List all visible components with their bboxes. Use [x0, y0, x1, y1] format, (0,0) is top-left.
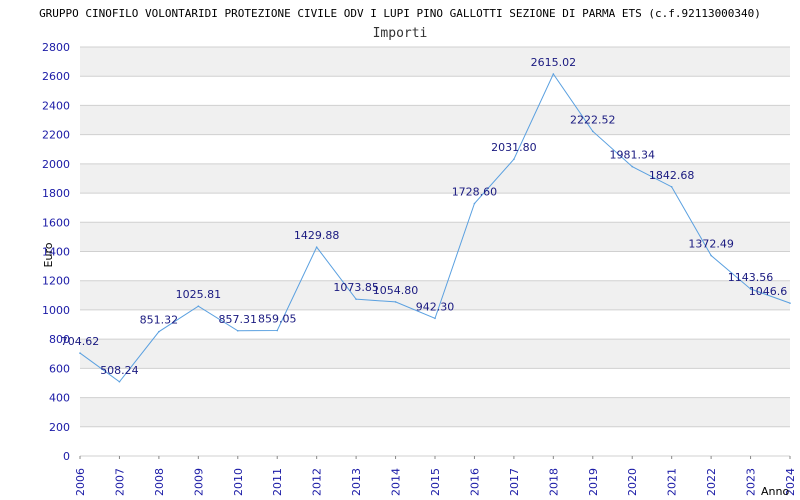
data-point — [473, 202, 476, 205]
data-point — [710, 254, 712, 257]
data-point — [158, 330, 160, 333]
x-tick-label: 2017 — [508, 468, 521, 496]
grid-band — [80, 222, 790, 252]
chart-canvas: 0200400600800100012001400160018002000220… — [39, 7, 797, 498]
data-point — [513, 158, 515, 161]
y-tick-label: 400 — [49, 392, 70, 405]
x-tick-label: 2011 — [271, 468, 284, 496]
y-tick-label: 2800 — [42, 41, 70, 54]
data-point — [118, 380, 121, 383]
data-label: 857.31 — [219, 313, 258, 326]
data-label: 859.05 — [258, 313, 297, 326]
x-tick-label: 2023 — [745, 468, 758, 496]
y-tick-label: 200 — [49, 421, 70, 434]
data-point — [197, 305, 200, 307]
data-label: 1842.68 — [649, 169, 695, 182]
data-label: 1025.81 — [176, 288, 222, 301]
data-point — [789, 302, 791, 304]
x-tick-label: 2016 — [468, 468, 481, 496]
data-point — [591, 130, 594, 133]
y-tick-label: 1800 — [42, 187, 70, 200]
chart-subtitle: Importi — [373, 26, 428, 41]
data-point — [276, 329, 279, 332]
x-tick-label: 2009 — [192, 468, 205, 496]
grid-band — [80, 339, 790, 369]
x-tick-label: 2015 — [429, 468, 442, 496]
data-point — [315, 246, 318, 248]
y-tick-label: 0 — [63, 450, 70, 463]
x-axis-ticks: 2006 2007 2008 2009 2010 2011 2012 2013 2014 2015… — [74, 456, 797, 496]
x-tick-label: 2021 — [666, 468, 679, 496]
data-label: 851.32 — [140, 314, 179, 327]
y-tick-label: 1200 — [42, 275, 70, 288]
data-point — [670, 186, 673, 188]
chart-title: GRUPPO CINOFILO VOLONTARIDI PROTEZIONE C… — [39, 7, 761, 20]
x-tick-label: 2018 — [547, 468, 560, 496]
data-label: 1728.60 — [452, 186, 498, 199]
grid-band — [80, 397, 790, 427]
x-tick-label: 2013 — [350, 468, 363, 496]
x-tick-label: 2007 — [113, 468, 126, 496]
y-tick-label: 2600 — [42, 70, 70, 83]
x-tick-label: 2010 — [232, 468, 245, 496]
x-tick-label: 2019 — [587, 468, 600, 496]
x-axis-title: Anno — [761, 485, 789, 498]
y-tick-label: 2200 — [42, 129, 70, 142]
y-tick-label: 1000 — [42, 304, 70, 317]
data-point — [79, 352, 81, 354]
data-label: 1981.34 — [609, 149, 655, 162]
data-label: 704.62 — [61, 335, 100, 348]
data-label: 1429.88 — [294, 229, 340, 242]
data-label: 508.24 — [100, 364, 139, 377]
data-label: 2222.52 — [570, 113, 616, 126]
x-tick-label: 2022 — [705, 468, 718, 496]
data-point — [631, 165, 634, 168]
data-labels: 704.62 508.24 851.32 1025.81 857.31 859.05 142… — [61, 56, 788, 377]
grid-band — [80, 47, 790, 77]
data-point — [355, 298, 357, 300]
data-point — [434, 317, 436, 320]
grid-bands — [80, 47, 790, 427]
y-tick-label: 1600 — [42, 216, 70, 229]
x-tick-label: 2020 — [626, 468, 639, 496]
data-label: 2615.02 — [531, 56, 577, 69]
x-tick-label: 2008 — [153, 468, 166, 496]
grid-band — [80, 105, 790, 135]
y-axis-title: Euro — [42, 242, 55, 267]
data-point — [552, 73, 555, 75]
x-tick-label: 2014 — [390, 468, 403, 496]
data-point — [394, 301, 397, 303]
data-label: 1143.56 — [728, 271, 774, 284]
y-tick-label: 2000 — [42, 158, 70, 171]
data-label: 1054.80 — [373, 284, 419, 297]
data-label: 942.30 — [416, 300, 455, 313]
data-label: 2031.80 — [491, 141, 537, 154]
data-label: 1046.6 — [749, 285, 788, 298]
x-tick-label: 2012 — [311, 468, 324, 496]
y-tick-label: 2400 — [42, 99, 70, 112]
data-label: 1372.49 — [688, 238, 734, 251]
data-point — [236, 329, 239, 332]
x-tick-label: 2006 — [74, 468, 87, 496]
y-tick-label: 600 — [49, 362, 70, 375]
